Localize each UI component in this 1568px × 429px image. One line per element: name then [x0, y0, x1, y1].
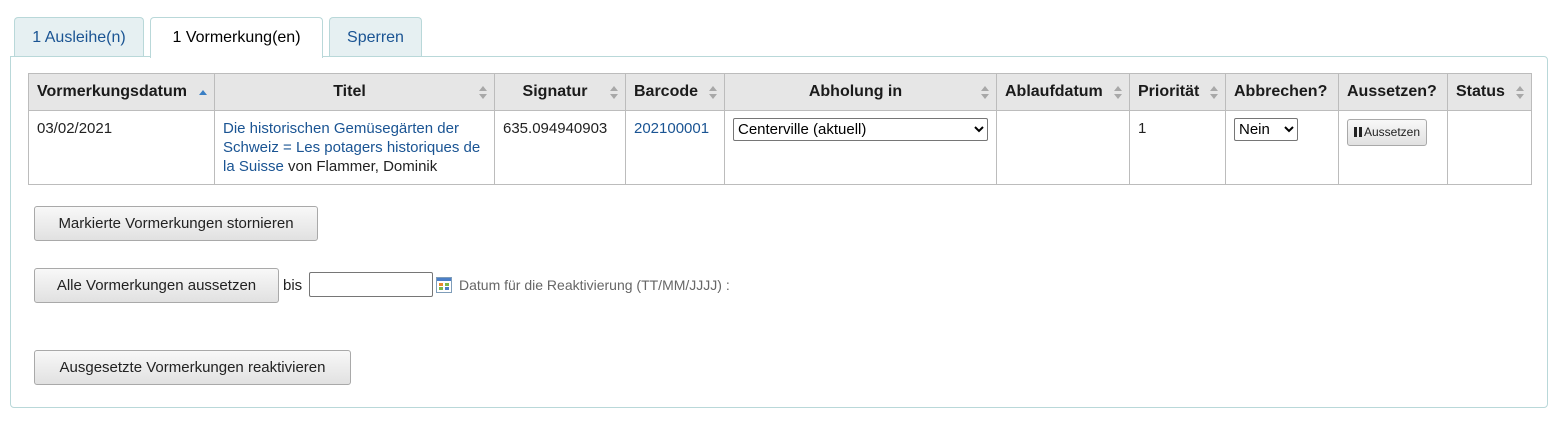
suspend-hold-button[interactable]: Aussetzen: [1347, 119, 1428, 146]
tab-holds[interactable]: 1 Vormerkung(en): [150, 17, 323, 58]
column-header-date[interactable]: Vormerkungsdatum: [28, 73, 215, 111]
hold-pickup-cell: Centerville (aktuell): [724, 110, 997, 185]
column-header-title[interactable]: Titel: [214, 73, 495, 111]
hold-barcode-cell: 202100001: [625, 110, 725, 185]
column-header-cancel: Abbrechen?: [1225, 73, 1339, 111]
reactivation-date-input[interactable]: [309, 272, 433, 297]
column-header-label: Status: [1456, 83, 1505, 100]
hold-suspend-cell: Aussetzen: [1338, 110, 1448, 185]
pickup-location-select[interactable]: Centerville (aktuell): [733, 118, 988, 141]
sort-icon: [1516, 86, 1525, 99]
pause-icon: [1354, 127, 1362, 137]
hold-status: [1447, 110, 1532, 185]
sort-icon: [981, 86, 990, 99]
suspend-all-holds-button[interactable]: Alle Vormerkungen aussetzen: [34, 268, 279, 303]
column-header-label: Signatur: [522, 83, 588, 100]
cancel-marked-holds-button[interactable]: Markierte Vormerkungen stornieren: [34, 206, 318, 241]
reactivate-suspended-holds-button[interactable]: Ausgesetzte Vormerkungen reaktivieren: [34, 350, 351, 385]
column-header-barcode[interactable]: Barcode: [625, 73, 725, 111]
hold-cancel-cell: Nein: [1225, 110, 1339, 185]
column-header-expiration[interactable]: Ablaufdatum: [996, 73, 1130, 111]
column-header-pickup[interactable]: Abholung in: [724, 73, 997, 111]
hold-expiration: [996, 110, 1130, 185]
column-header-status[interactable]: Status: [1447, 73, 1532, 111]
tab-checkouts[interactable]: 1 Ausleihe(n): [14, 17, 144, 56]
column-header-label: Aussetzen?: [1347, 83, 1437, 100]
suspend-button-label: Aussetzen: [1364, 125, 1421, 139]
sort-icon: [479, 86, 488, 99]
column-header-priority[interactable]: Priorität: [1129, 73, 1226, 111]
until-label: bis: [283, 277, 303, 294]
column-header-callnumber[interactable]: Signatur: [494, 73, 626, 111]
date-format-hint: Datum für die Reaktivierung (TT/MM/JJJJ)…: [459, 277, 730, 293]
barcode-link[interactable]: 202100001: [634, 120, 709, 137]
holds-table: Vormerkungsdatum Titel Signatur Barcode …: [28, 73, 1532, 185]
hold-priority: 1: [1129, 110, 1226, 185]
table-header-row: Vormerkungsdatum Titel Signatur Barcode …: [28, 73, 1532, 111]
calendar-icon[interactable]: [436, 277, 452, 293]
sort-icon: [709, 86, 718, 99]
column-header-label: Titel: [333, 83, 366, 100]
column-header-label: Abholung in: [808, 83, 903, 100]
hold-callnumber: 635.094940903: [494, 110, 626, 185]
column-header-label: Vormerkungsdatum: [37, 83, 187, 100]
cancel-hold-select[interactable]: Nein: [1234, 118, 1298, 141]
sort-icon: [1210, 86, 1219, 99]
hold-title-cell: Die historischen Gemüsegärten der Schwei…: [214, 110, 495, 185]
table-row: 03/02/2021 Die historischen Gemüsegärten…: [28, 110, 1532, 185]
sort-icon: [610, 86, 619, 99]
tab-restrictions[interactable]: Sperren: [329, 17, 422, 56]
column-header-label: Barcode: [634, 83, 699, 100]
sort-ascending-icon: [199, 86, 208, 99]
sort-icon: [1114, 86, 1123, 99]
column-header-suspend: Aussetzen?: [1338, 73, 1448, 111]
column-header-label: Ablaufdatum: [1005, 83, 1103, 100]
author-text: von Flammer, Dominik: [283, 158, 438, 175]
column-header-label: Priorität: [1138, 83, 1200, 100]
column-header-label: Abbrechen?: [1234, 83, 1328, 100]
hold-date: 03/02/2021: [28, 110, 215, 185]
